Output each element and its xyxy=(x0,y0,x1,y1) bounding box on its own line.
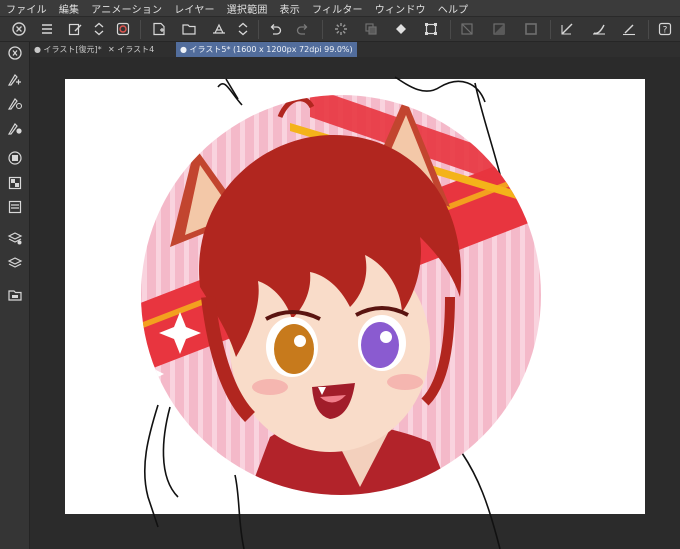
fill-icon[interactable] xyxy=(392,20,410,38)
menu-layer[interactable]: レイヤー xyxy=(174,1,215,16)
new-layer-icon[interactable] xyxy=(150,20,168,38)
folder-icon[interactable] xyxy=(6,286,24,304)
pencil-tool-icon[interactable] xyxy=(6,94,24,112)
layer-icon[interactable] xyxy=(6,149,24,167)
menu-edit[interactable]: 編集 xyxy=(59,1,79,16)
tool-palette xyxy=(0,42,30,549)
undo-icon[interactable] xyxy=(266,20,284,38)
zoom-icon[interactable] xyxy=(6,44,24,62)
pen-tool-icon[interactable] xyxy=(6,70,24,88)
document-tab-bar: ● イラスト[復元]* ✕ イラスト4 ● イラスト5* (1600 x 120… xyxy=(30,42,680,57)
tab-illust4[interactable]: ✕ イラスト4 xyxy=(104,42,158,57)
menu-view[interactable]: 表示 xyxy=(280,1,300,16)
illustration xyxy=(141,76,541,549)
palette-icon[interactable] xyxy=(6,174,24,192)
settings-icon[interactable] xyxy=(114,20,132,38)
brush-icon[interactable] xyxy=(590,20,608,38)
menu-selection[interactable]: 選択範囲 xyxy=(227,1,268,16)
copy-icon[interactable] xyxy=(362,20,380,38)
command-bar: ? xyxy=(0,17,680,42)
menu-animation[interactable]: アニメーション xyxy=(91,1,162,16)
new-canvas-icon[interactable] xyxy=(66,20,84,38)
close-circle-icon[interactable] xyxy=(10,20,28,38)
tab-illust-restored[interactable]: ● イラスト[復元]* xyxy=(30,42,106,57)
material-icon[interactable] xyxy=(6,254,24,272)
help-icon[interactable]: ? xyxy=(656,20,674,38)
menu-help[interactable]: ヘルプ xyxy=(438,1,469,16)
open-icon[interactable] xyxy=(180,20,198,38)
chevron-updown-icon[interactable] xyxy=(90,20,108,38)
menu-window[interactable]: ウィンドウ xyxy=(375,1,426,16)
menu-icon[interactable] xyxy=(38,20,56,38)
portrait-circle xyxy=(141,95,541,495)
loading-icon[interactable] xyxy=(332,20,350,38)
transform-icon[interactable] xyxy=(422,20,440,38)
layers-stack-icon[interactable] xyxy=(6,229,24,247)
fill-tool-icon[interactable] xyxy=(6,119,24,137)
selection-border-icon[interactable] xyxy=(522,20,540,38)
redo-icon[interactable] xyxy=(294,20,312,38)
clear-selection-icon[interactable] xyxy=(458,20,476,38)
chevron-updown-icon[interactable] xyxy=(234,20,252,38)
tab-illust5[interactable]: ● イラスト5* (1600 x 1200px 72dpi 99.0%) xyxy=(176,42,357,57)
panel-icon[interactable] xyxy=(6,198,24,216)
pen-icon[interactable] xyxy=(558,20,576,38)
draw-icon[interactable] xyxy=(620,20,638,38)
menu-file[interactable]: ファイル xyxy=(6,1,47,16)
save-icon[interactable] xyxy=(210,20,228,38)
invert-selection-icon[interactable] xyxy=(490,20,508,38)
menu-filter[interactable]: フィルター xyxy=(312,1,363,16)
svg-text:?: ? xyxy=(663,26,668,36)
menu-bar: ファイル 編集 アニメーション レイヤー 選択範囲 表示 フィルター ウィンドウ… xyxy=(0,0,680,17)
canvas-workspace[interactable] xyxy=(30,57,680,549)
